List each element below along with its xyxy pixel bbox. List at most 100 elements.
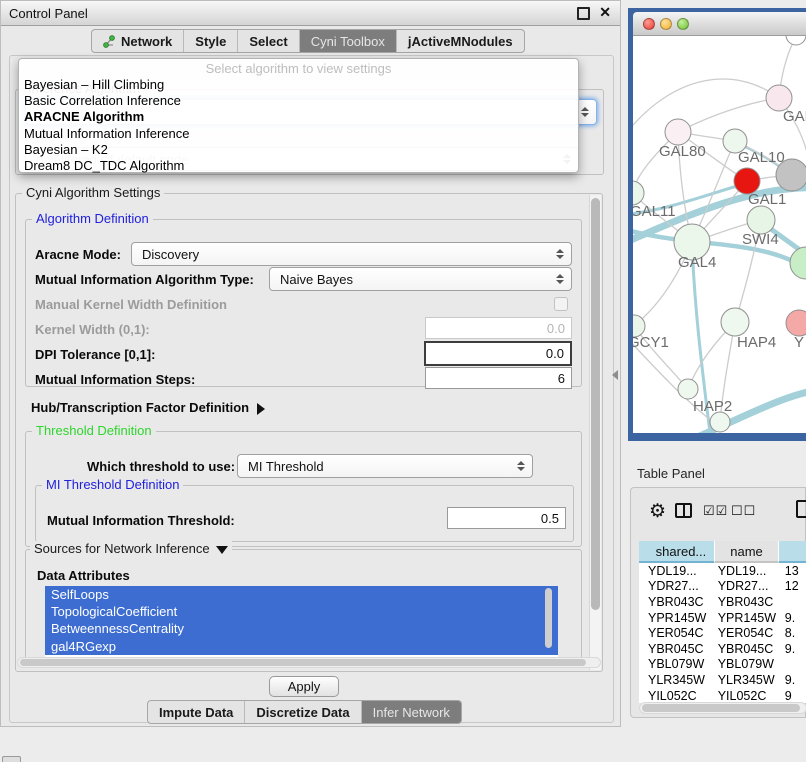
network-node-hap4[interactable] [721,308,749,336]
table-cell[interactable]: 13 [779,564,806,578]
dropdown-item[interactable]: Dream8 DC_TDC Algorithm [19,158,578,174]
dropdown-item[interactable]: Mutual Information Inference [19,126,578,142]
table-cell[interactable]: YER054C [714,626,779,640]
table-cell[interactable]: YIL052C [639,689,714,703]
corner-button[interactable] [2,756,21,762]
sources-group-title[interactable]: Sources for Network Inference [30,541,232,556]
attribute-list-item[interactable]: TopologicalCoefficient [45,603,558,620]
close-icon[interactable]: ✕ [599,4,611,21]
mi-algorithm-type-combo[interactable]: Naive Bayes [269,267,572,291]
table-cell[interactable]: YDR27... [639,579,714,593]
table-row[interactable]: YER054CYER054C8. [639,625,806,641]
attribute-list-item[interactable]: BetweennessCentrality [45,620,558,637]
scrollbar-thumb[interactable] [642,704,800,712]
tab-cyni-toolbox[interactable]: Cyni Toolbox [300,30,397,52]
table-row[interactable]: YBR043CYBR043C [639,594,806,610]
network-node[interactable] [790,247,806,279]
network-node-y[interactable] [786,310,806,336]
apply-button[interactable]: Apply [269,676,339,697]
table-cell[interactable]: YBR045C [714,642,779,656]
manual-kernel-width-checkbox[interactable] [554,297,568,311]
settings-horizontal-scrollbar[interactable] [17,657,601,668]
table-cell[interactable]: YBR045C [639,642,714,656]
table-cell[interactable]: YLR345W [714,673,779,687]
network-node-gal80[interactable] [665,119,691,145]
mi-steps-label: Mutual Information Steps: [35,372,195,387]
deselect-all-checkboxes-icon[interactable]: ☐☐ [731,503,756,519]
table-cell[interactable]: 12 [779,579,806,593]
table-cell[interactable]: YBL079W [714,657,779,671]
splitter-handle-icon[interactable] [612,370,618,380]
dropdown-item[interactable]: Bayesian – Hill Climbing [19,77,578,93]
table-cell[interactable]: YDL19... [714,564,779,578]
network-node[interactable] [786,36,806,45]
dropdown-item[interactable]: Basic Correlation Inference [19,93,578,109]
tab-network[interactable]: Network [92,30,184,52]
table-row[interactable]: YBL079WYBL079W [639,657,806,673]
mi-steps-input[interactable]: 6 [425,367,572,389]
zoom-traffic-light-icon[interactable] [677,18,689,30]
settings-vertical-scrollbar[interactable] [589,195,601,670]
tab-select[interactable]: Select [238,30,299,52]
split-columns-icon[interactable] [675,503,692,518]
network-node-label: HAP2 [693,398,732,415]
column-header-partial[interactable] [779,541,806,563]
table-cell[interactable]: YBR043C [639,595,714,609]
column-header-name[interactable]: name [714,541,779,563]
list-scrollbar-thumb[interactable] [545,588,552,648]
attribute-list-item[interactable]: gal4RGexp [45,638,558,655]
table-cell[interactable]: 9 [779,689,806,703]
scrollbar-thumb[interactable] [20,659,586,666]
table-cell[interactable]: YER054C [639,626,714,640]
which-threshold-combo[interactable]: MI Threshold [237,454,533,478]
aracne-mode-combo[interactable]: Discovery [131,242,572,266]
table-cell[interactable]: YBL079W [639,657,714,671]
column-header-shared-name[interactable]: shared... [639,541,714,563]
dpi-tolerance-input[interactable]: 0.0 [424,341,572,366]
hub-definition-toggle[interactable]: Hub/Transcription Factor Definition [31,400,265,415]
gear-icon[interactable]: ⚙ [649,500,666,523]
table-row[interactable]: YDL19...YDL19...13 [639,563,806,579]
network-node[interactable] [710,412,730,432]
dropdown-item[interactable]: Bayesian – K2 [19,142,578,158]
tab-style[interactable]: Style [184,30,238,52]
network-node[interactable] [776,159,806,191]
table-cell[interactable]: 9. [779,611,806,625]
table-cell[interactable]: YBR043C [714,595,779,609]
close-traffic-light-icon[interactable] [643,18,655,30]
table-row[interactable]: YLR345WYLR345W9. [639,672,806,688]
minimize-traffic-light-icon[interactable] [660,18,672,30]
document-icon[interactable] [796,500,806,518]
table-row[interactable]: YDR27...YDR27...12 [639,579,806,595]
table-cell[interactable]: YDR27... [714,579,779,593]
float-window-icon[interactable] [577,7,590,20]
table-row[interactable]: YPR145WYPR145W9. [639,610,806,626]
attribute-list-item[interactable]: SelfLoops [45,586,558,603]
tab-discretize-data[interactable]: Discretize Data [245,701,361,723]
tab-impute-data[interactable]: Impute Data [148,701,245,723]
scrollbar-thumb[interactable] [591,198,600,610]
table-cell[interactable]: 9. [779,642,806,656]
dropdown-item[interactable]: ARACNE Algorithm [19,109,578,125]
table-row[interactable]: YBR045CYBR045C9. [639,641,806,657]
select-all-checkboxes-icon[interactable]: ☑☑ [703,503,728,519]
table-cell[interactable]: YPR145W [639,611,714,625]
table-cell[interactable]: YIL052C [714,689,779,703]
tab-infer-network[interactable]: Infer Network [362,701,461,723]
network-node-hap2[interactable] [678,379,698,399]
mi-threshold-input[interactable]: 0.5 [447,507,566,529]
table-cell[interactable]: 9. [779,673,806,687]
table-cell[interactable]: YDL19... [639,564,714,578]
table-horizontal-scrollbar[interactable] [639,702,806,714]
network-node-gal11[interactable] [633,181,644,205]
data-attributes-list[interactable]: SelfLoopsTopologicalCoefficientBetweenne… [45,586,558,657]
table-row[interactable]: YIL052CYIL052C9 [639,688,806,703]
table-cell[interactable]: 8. [779,626,806,640]
network-canvas[interactable]: GALGAL80GAL10GAL1GAL11SWI4GAL4GCY1HAP4YH… [633,36,806,433]
table-cell[interactable]: YLR345W [639,673,714,687]
table-panel: ⚙ ☑☑ ☐☐ shared... name YDL19...YDL19...1… [630,487,806,718]
tab-jactivemnodules[interactable]: jActiveMNodules [397,30,524,52]
table-cell[interactable]: YPR145W [714,611,779,625]
network-node-swi4[interactable] [747,206,775,234]
kernel-width-input[interactable]: 0.0 [425,317,572,339]
